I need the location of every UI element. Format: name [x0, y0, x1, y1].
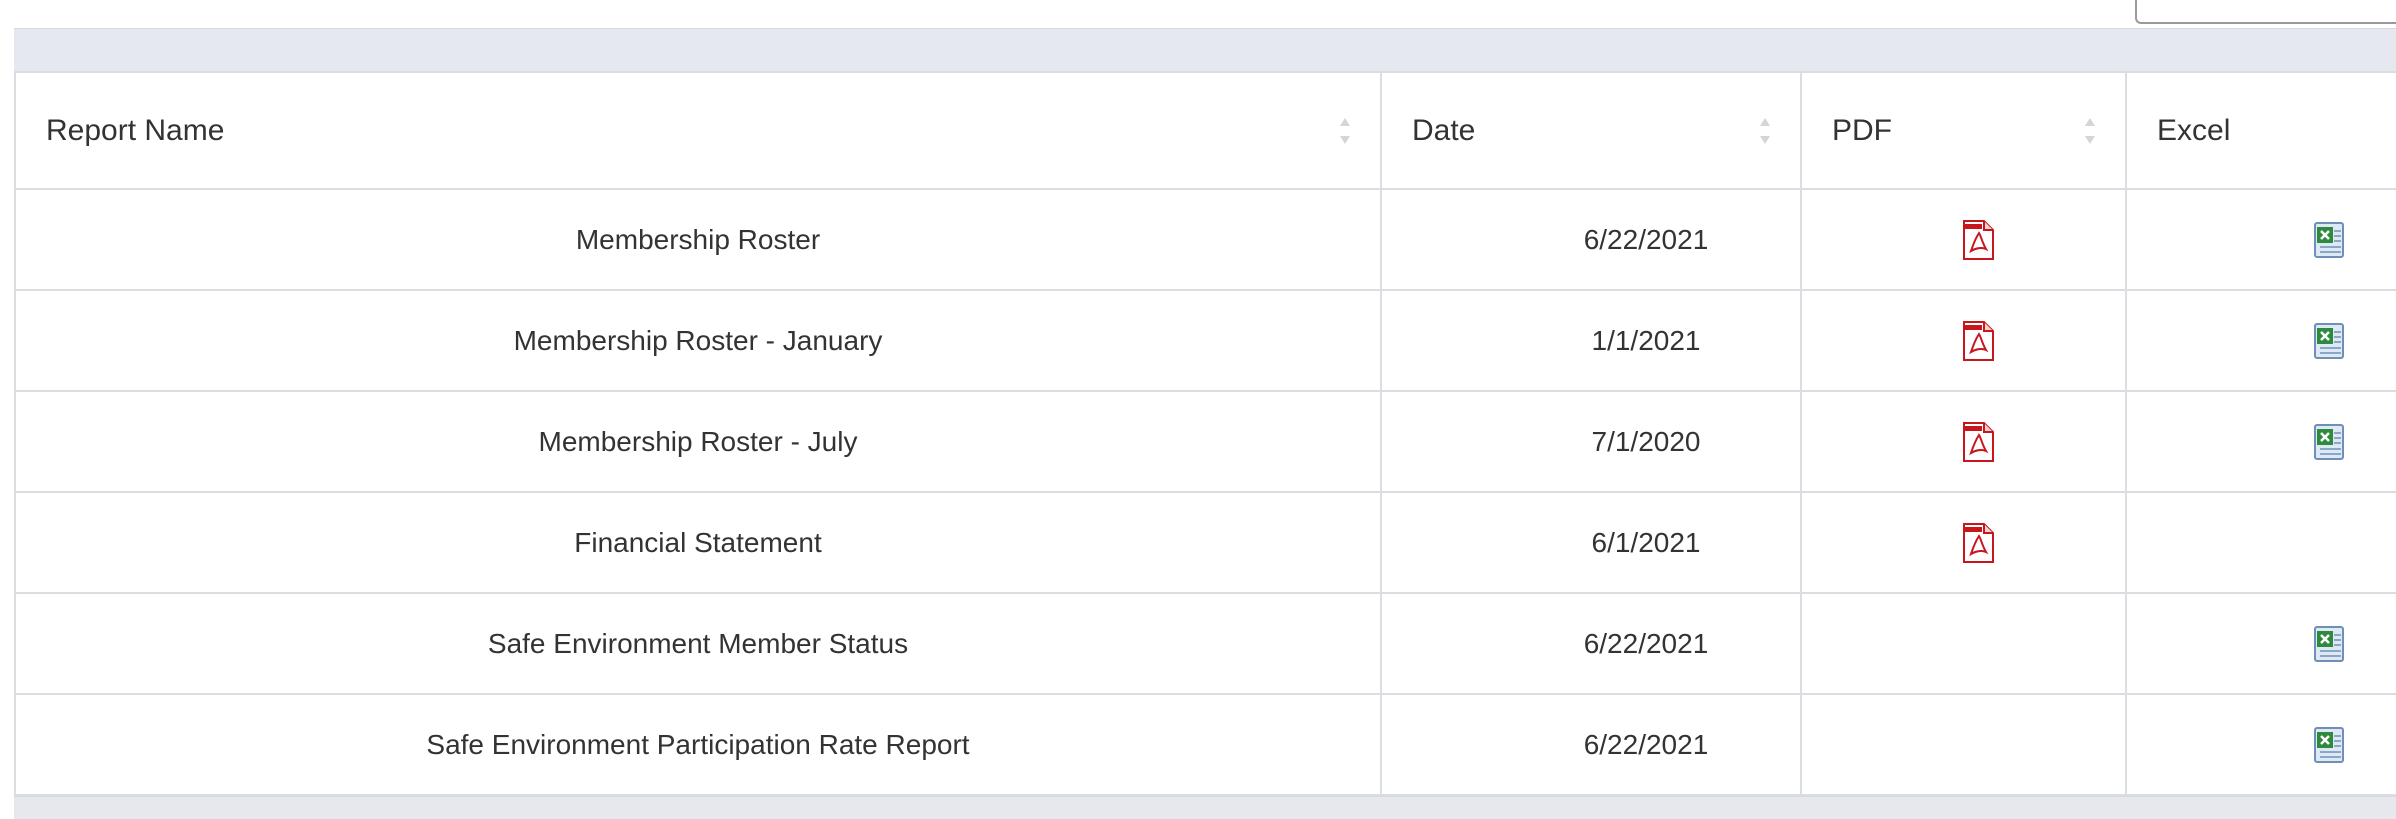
report-name-cell: Membership Roster [14, 188, 1382, 291]
table-row: Financial Statement 6/1/2021 [14, 491, 2396, 594]
excel-cell [2125, 390, 2396, 493]
report-name-cell: Membership Roster - July [14, 390, 1382, 493]
sort-arrows-icon[interactable] [1758, 115, 1772, 147]
table-row: Safe Environment Member Status 6/22/2021 [14, 592, 2396, 695]
pdf-file-icon[interactable] [1960, 421, 1996, 462]
report-name-cell: Financial Statement [14, 491, 1382, 594]
pdf-cell [1800, 390, 2127, 493]
reports-page: Report Name Date PDF Excel Membership Ro… [0, 0, 2396, 819]
pdf-cell [1800, 491, 2127, 594]
sort-arrows-icon[interactable] [1338, 115, 1352, 147]
pdf-cell [1800, 289, 2127, 392]
pdf-file-icon[interactable] [1960, 219, 1996, 260]
excel-cell [2125, 188, 2396, 291]
column-header-report-name[interactable]: Report Name [14, 71, 1382, 190]
column-header-label: Report Name [46, 113, 225, 147]
top-control-fragment [2135, 0, 2396, 24]
excel-file-icon[interactable] [2312, 726, 2346, 764]
reports-table: Report Name Date PDF Excel Membership Ro… [14, 71, 2396, 796]
excel-cell [2125, 693, 2396, 796]
table-footer [14, 796, 2396, 819]
reports-table-container: Report Name Date PDF Excel Membership Ro… [14, 28, 2396, 819]
pdf-file-icon[interactable] [1960, 320, 1996, 361]
excel-file-icon[interactable] [2312, 625, 2346, 663]
column-header-date[interactable]: Date [1380, 71, 1802, 190]
report-date-cell: 6/1/2021 [1380, 491, 1802, 594]
excel-cell [2125, 289, 2396, 392]
excel-file-icon[interactable] [2312, 322, 2346, 360]
table-row: Safe Environment Participation Rate Repo… [14, 693, 2396, 796]
report-name-cell: Safe Environment Member Status [14, 592, 1382, 695]
table-toolbar [14, 28, 2396, 71]
pdf-file-icon[interactable] [1960, 522, 1996, 563]
table-body: Membership Roster 6/22/2021 Membership R… [14, 188, 2396, 796]
report-date-cell: 7/1/2020 [1380, 390, 1802, 493]
report-date-cell: 1/1/2021 [1380, 289, 1802, 392]
excel-file-icon[interactable] [2312, 221, 2346, 259]
report-date-cell: 6/22/2021 [1380, 188, 1802, 291]
excel-file-icon[interactable] [2312, 423, 2346, 461]
column-header-pdf[interactable]: PDF [1800, 71, 2127, 190]
sort-arrows-icon[interactable] [2083, 115, 2097, 147]
pdf-cell-empty [1800, 693, 2127, 796]
column-header-label: Date [1412, 113, 1476, 147]
excel-cell-empty [2125, 491, 2396, 594]
pdf-cell-empty [1800, 592, 2127, 695]
table-row: Membership Roster - January 1/1/2021 [14, 289, 2396, 392]
pdf-cell [1800, 188, 2127, 291]
table-header-row: Report Name Date PDF Excel [14, 71, 2396, 190]
report-date-cell: 6/22/2021 [1380, 592, 1802, 695]
excel-cell [2125, 592, 2396, 695]
report-date-cell: 6/22/2021 [1380, 693, 1802, 796]
table-row: Membership Roster 6/22/2021 [14, 188, 2396, 291]
column-header-excel[interactable]: Excel [2125, 71, 2396, 190]
report-name-cell: Safe Environment Participation Rate Repo… [14, 693, 1382, 796]
report-name-cell: Membership Roster - January [14, 289, 1382, 392]
column-header-label: Excel [2157, 113, 2231, 147]
table-row: Membership Roster - July 7/1/2020 [14, 390, 2396, 493]
column-header-label: PDF [1832, 113, 1892, 147]
